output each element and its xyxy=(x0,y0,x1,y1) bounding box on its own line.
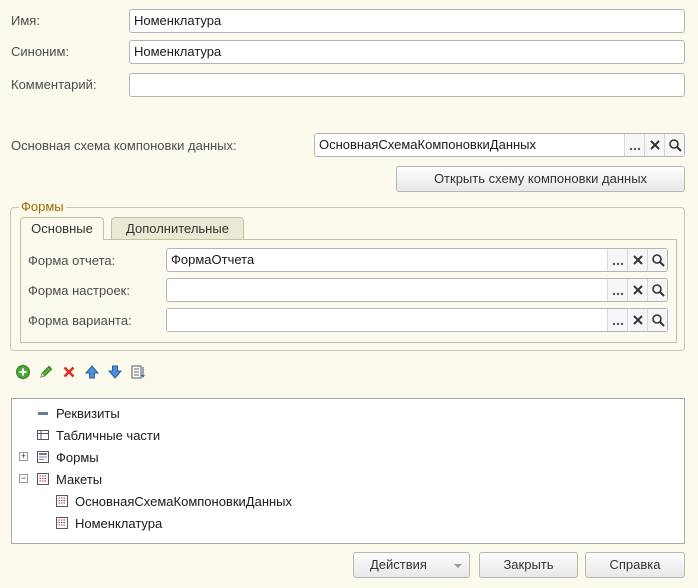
delete-icon[interactable] xyxy=(61,364,77,380)
report-form-field[interactable]: ФормаОтчета xyxy=(166,248,668,272)
synonym-label: Синоним: xyxy=(11,44,70,59)
layout-icon xyxy=(56,495,68,507)
tree-item-main-schema[interactable]: ОсновнаяСхемаКомпоновкиДанных xyxy=(55,491,292,511)
ellipsis-icon xyxy=(629,147,640,151)
form-icon xyxy=(37,451,49,463)
actions-button-label: Действия xyxy=(370,557,427,572)
tree-item-label: Номенклатура xyxy=(75,515,163,531)
actions-button[interactable]: Действия xyxy=(353,552,470,578)
schema-clear-button[interactable] xyxy=(644,134,664,156)
name-field[interactable]: Номенклатура xyxy=(129,9,685,33)
variant-form-select-button[interactable] xyxy=(607,309,627,331)
move-up-icon[interactable] xyxy=(84,364,100,380)
name-label: Имя: xyxy=(11,13,40,28)
search-icon xyxy=(651,284,665,297)
comment-field[interactable] xyxy=(129,73,685,97)
add-icon[interactable] xyxy=(15,364,31,380)
report-form-clear-button[interactable] xyxy=(627,249,647,271)
forms-group-title: Формы xyxy=(19,199,66,214)
search-icon xyxy=(668,139,682,152)
comment-label: Комментарий: xyxy=(11,77,97,92)
sort-list-icon[interactable] xyxy=(130,364,146,380)
settings-form-label: Форма настроек: xyxy=(28,283,130,298)
collapse-icon[interactable]: − xyxy=(19,474,28,483)
schema-open-button[interactable] xyxy=(664,134,684,156)
settings-form-select-button[interactable] xyxy=(607,279,627,301)
layout-icon xyxy=(37,473,49,485)
variant-form-label: Форма варианта: xyxy=(28,313,132,328)
variant-form-field[interactable] xyxy=(166,308,668,332)
clear-icon xyxy=(632,255,643,265)
variant-form-open-button[interactable] xyxy=(647,309,667,331)
tree-item-attributes[interactable]: Реквизиты xyxy=(36,403,120,423)
schema-field[interactable]: ОсновнаяСхемаКомпоновкиДанных xyxy=(314,133,685,157)
schema-select-button[interactable] xyxy=(624,134,644,156)
expand-icon[interactable]: + xyxy=(19,452,28,461)
search-icon xyxy=(651,254,665,267)
clear-icon xyxy=(632,285,643,295)
tree-item-label: Формы xyxy=(56,449,99,465)
tab-main[interactable]: Основные xyxy=(20,217,104,240)
schema-field-value[interactable]: ОсновнаяСхемаКомпоновкиДанных xyxy=(315,134,624,156)
tree-item-label: Реквизиты xyxy=(56,405,120,421)
synonym-field[interactable]: Номенклатура xyxy=(129,40,685,64)
move-down-icon[interactable] xyxy=(107,364,123,380)
ellipsis-icon xyxy=(612,262,623,266)
layout-icon xyxy=(56,517,68,529)
schema-label: Основная схема компоновки данных: xyxy=(11,138,237,153)
clear-icon xyxy=(632,315,643,325)
dropdown-arrow-icon xyxy=(454,564,462,568)
settings-form-open-button[interactable] xyxy=(647,279,667,301)
edit-icon[interactable] xyxy=(38,364,54,380)
tab-additional[interactable]: Дополнительные xyxy=(111,217,244,239)
tree-item-label: Табличные части xyxy=(56,427,161,443)
metadata-tree[interactable]: Реквизиты Табличные части + Формы − Маке… xyxy=(11,398,685,544)
close-button[interactable]: Закрыть xyxy=(479,552,578,578)
tree-item-layouts[interactable]: Макеты xyxy=(36,469,102,489)
clear-icon xyxy=(649,140,660,150)
search-icon xyxy=(651,314,665,327)
tree-item-forms[interactable]: Формы xyxy=(36,447,99,467)
report-form-label: Форма отчета: xyxy=(28,253,116,268)
tree-item-label: ОсновнаяСхемаКомпоновкиДанных xyxy=(75,493,293,509)
help-button[interactable]: Справка xyxy=(585,552,685,578)
ellipsis-icon xyxy=(612,322,623,326)
tree-item-nomenclature-layout[interactable]: Номенклатура xyxy=(55,513,162,533)
variant-form-clear-button[interactable] xyxy=(627,309,647,331)
report-form-select-button[interactable] xyxy=(607,249,627,271)
settings-form-value[interactable] xyxy=(167,279,607,301)
table-icon xyxy=(37,430,49,440)
open-schema-button[interactable]: Открыть схему компоновки данных xyxy=(396,166,685,192)
settings-form-clear-button[interactable] xyxy=(627,279,647,301)
ellipsis-icon xyxy=(612,292,623,296)
report-form-value[interactable]: ФормаОтчета xyxy=(167,249,607,271)
report-form-open-button[interactable] xyxy=(647,249,667,271)
variant-form-value[interactable] xyxy=(167,309,607,331)
tree-item-label: Макеты xyxy=(56,471,103,487)
attribute-icon xyxy=(38,412,48,415)
settings-form-field[interactable] xyxy=(166,278,668,302)
tree-item-tabular-sections[interactable]: Табличные части xyxy=(36,425,160,445)
